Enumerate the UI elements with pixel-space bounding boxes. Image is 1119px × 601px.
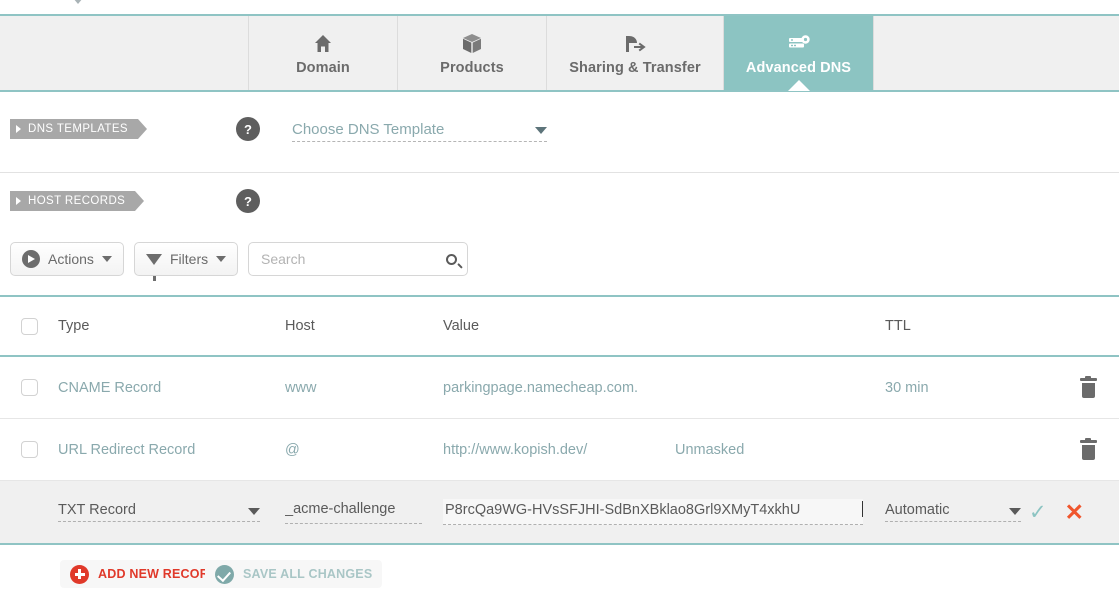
row-actions-cell	[1057, 375, 1119, 398]
select-all-cell	[0, 317, 58, 335]
actions-button[interactable]: Actions	[10, 242, 124, 276]
edit-value-cell	[443, 499, 885, 525]
main-tab-bar: Domain Products Sharing & Transfer Advan…	[0, 14, 1119, 92]
tab-advanced-dns[interactable]: Advanced DNS	[724, 16, 873, 91]
section-label-host-records-text: HOST RECORDS	[28, 195, 126, 207]
cell-ttl: 30 min	[885, 379, 929, 396]
play-circle-icon	[22, 250, 40, 268]
tab-products[interactable]: Products	[398, 16, 547, 90]
section-label-dns-templates-text: DNS TEMPLATES	[28, 123, 128, 135]
save-all-changes-label: SAVE ALL CHANGES	[243, 567, 373, 581]
tab-sharing-transfer-label: Sharing & Transfer	[569, 60, 701, 76]
section-label-host-records: HOST RECORDS	[10, 191, 145, 211]
tab-sharing-transfer[interactable]: Sharing & Transfer	[547, 16, 724, 90]
dns-template-select-value: Choose DNS Template	[292, 121, 445, 138]
transfer-icon	[622, 30, 648, 56]
filters-button[interactable]: Filters	[134, 242, 239, 281]
search-input[interactable]	[259, 250, 446, 268]
record-type-select[interactable]: TXT Record	[58, 502, 260, 522]
help-icon-dns-templates-text: ?	[244, 121, 252, 137]
row-checkbox[interactable]	[21, 441, 38, 458]
row-select-cell	[0, 379, 58, 396]
tab-domain[interactable]: Domain	[249, 16, 398, 90]
chevron-down-icon	[248, 508, 260, 515]
table-row-editing: TXT Record Automatic	[0, 481, 1119, 545]
row-checkbox[interactable]	[21, 379, 38, 396]
ttl-select[interactable]: Automatic	[885, 502, 1021, 522]
cell-type: CNAME Record	[58, 379, 162, 396]
search-icon[interactable]	[443, 251, 460, 267]
save-all-changes-button[interactable]: SAVE ALL CHANGES	[205, 560, 383, 588]
collapse-caret-icon	[68, 0, 88, 4]
advanced-dns-page: Domain Products Sharing & Transfer Advan…	[0, 0, 1119, 601]
column-header-ttl: TTL	[885, 318, 911, 334]
row-actions-cell	[1057, 437, 1119, 460]
section-label-dns-templates: DNS TEMPLATES	[10, 119, 147, 139]
chevron-down-icon	[535, 127, 547, 134]
chevron-down-icon	[1009, 508, 1021, 515]
cell-host: @	[285, 441, 300, 458]
cell-value: http://www.kopish.dev/	[443, 441, 588, 458]
add-new-record-button[interactable]: ADD NEW RECORD	[60, 560, 229, 588]
section-divider	[0, 172, 1119, 173]
tab-bar-right-spacer	[873, 16, 1119, 90]
record-type-select-value: TXT Record	[58, 502, 136, 518]
tab-domain-label: Domain	[296, 60, 350, 76]
tab-advanced-dns-label: Advanced DNS	[745, 60, 852, 76]
help-icon-host-records[interactable]: ?	[236, 189, 260, 213]
value-input[interactable]	[445, 502, 859, 521]
tab-bar-left-spacer	[0, 16, 249, 90]
box-icon	[460, 30, 484, 56]
plus-circle-icon	[70, 564, 89, 584]
host-field-wrapper[interactable]	[285, 500, 422, 524]
value-field-wrapper[interactable]	[443, 499, 863, 525]
tab-products-label: Products	[440, 60, 504, 76]
delete-record-icon[interactable]	[1079, 437, 1097, 460]
chevron-down-icon	[216, 256, 227, 262]
check-icon[interactable]: ✓	[1029, 502, 1047, 523]
text-cursor	[862, 501, 863, 517]
check-circle-icon	[215, 564, 234, 584]
help-icon-host-records-text: ?	[244, 193, 252, 209]
actions-button-label: Actions	[48, 251, 94, 267]
table-header-row: Type Host Value TTL	[0, 295, 1119, 357]
cell-value: parkingpage.namecheap.com.	[443, 379, 639, 396]
ttl-select-value: Automatic	[885, 502, 950, 518]
column-header-value: Value	[443, 318, 480, 334]
edit-row-actions: ✓ ✕	[1029, 500, 1119, 524]
close-icon[interactable]: ✕	[1065, 500, 1084, 524]
home-icon	[311, 30, 335, 56]
host-input[interactable]	[285, 500, 422, 520]
row-select-cell	[0, 441, 58, 458]
chevron-down-icon	[101, 256, 112, 262]
edit-host-cell	[285, 500, 443, 524]
edit-type-cell: TXT Record	[58, 502, 285, 522]
edit-ttl-cell: Automatic	[885, 502, 1029, 522]
add-new-record-label: ADD NEW RECORD	[98, 567, 219, 581]
table-row[interactable]: URL Redirect Record @ http://www.kopish.…	[0, 419, 1119, 481]
column-header-type: Type	[58, 318, 90, 334]
select-all-checkbox[interactable]	[21, 317, 38, 335]
server-gear-icon	[786, 30, 812, 56]
filter-icon	[146, 253, 162, 281]
dns-template-select[interactable]: Choose DNS Template	[292, 118, 547, 142]
filters-button-label: Filters	[170, 251, 209, 267]
cell-host: www	[285, 379, 317, 396]
delete-record-icon[interactable]	[1079, 375, 1097, 398]
cell-value-extra: Unmasked	[675, 441, 745, 458]
cell-type: URL Redirect Record	[58, 441, 196, 458]
help-icon-dns-templates[interactable]: ?	[236, 117, 260, 141]
search-field[interactable]	[248, 242, 468, 276]
active-tab-pointer	[787, 80, 810, 91]
column-header-host: Host	[285, 318, 315, 334]
table-row[interactable]: CNAME Record www parkingpage.namecheap.c…	[0, 357, 1119, 419]
host-records-table: Type Host Value TTL CNAME Record www par…	[0, 295, 1119, 545]
